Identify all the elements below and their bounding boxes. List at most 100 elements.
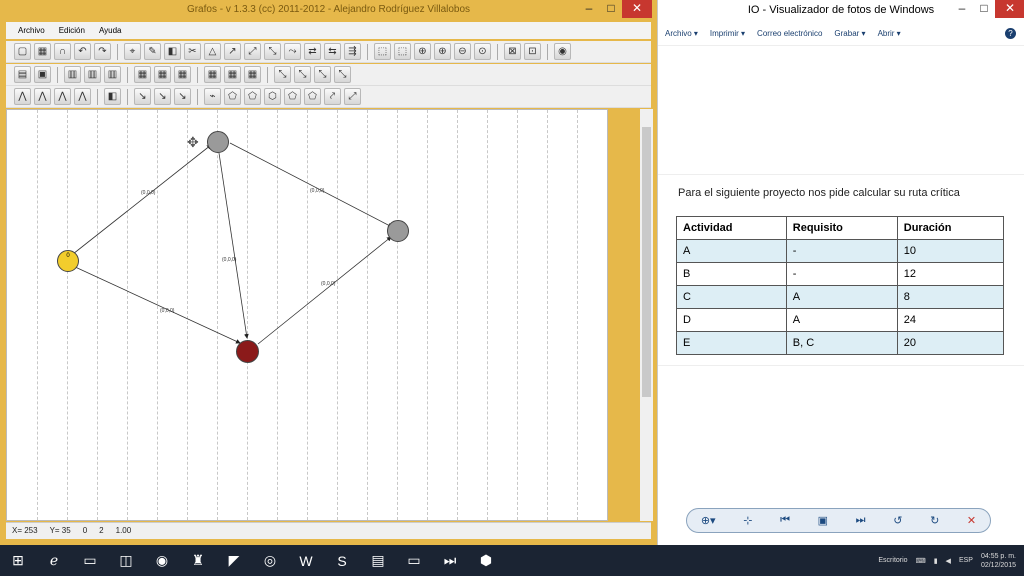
viewer-menu-grabar[interactable]: Grabar ▾	[834, 29, 865, 38]
table2-icon[interactable]: ▦	[154, 66, 171, 83]
algo10-icon[interactable]: ⬠	[224, 88, 241, 105]
camera-icon[interactable]: ◉	[554, 43, 571, 60]
undo-icon[interactable]: ↶	[74, 43, 91, 60]
edge-delete-icon[interactable]: ⤡	[264, 43, 281, 60]
zoom-icon[interactable]: ⊕▾	[701, 514, 716, 527]
help-icon[interactable]: ?	[1005, 28, 1016, 39]
chrome-icon[interactable]: ◉	[144, 545, 180, 576]
menu-ayuda[interactable]: Ayuda	[99, 26, 122, 35]
algo4-icon[interactable]: ⋀	[74, 88, 91, 105]
open-icon[interactable]: ▤	[14, 66, 31, 83]
layout2-icon[interactable]: ⊡	[524, 43, 541, 60]
graph-node-3[interactable]	[236, 340, 259, 363]
rotate-right-icon[interactable]: ↻	[930, 514, 939, 527]
grid3-icon[interactable]: ▦	[224, 66, 241, 83]
edge-3-2[interactable]	[257, 236, 392, 345]
algo8-icon[interactable]: ↘	[174, 88, 191, 105]
edge-1-2[interactable]	[229, 142, 393, 228]
photos-icon[interactable]: ▤	[360, 545, 396, 576]
viewer-maximize-button[interactable]: □	[973, 0, 995, 18]
viewer-menu-imprimir[interactable]: Imprimir ▾	[710, 29, 745, 38]
graph-node-0[interactable]: 0	[57, 250, 79, 272]
path-icon[interactable]: ⇶	[344, 43, 361, 60]
algo9-icon[interactable]: ⌁	[204, 88, 221, 105]
app2-icon[interactable]: ◤	[216, 545, 252, 576]
vertical-scrollbar[interactable]	[640, 109, 653, 521]
algo5-icon[interactable]: ◧	[104, 88, 121, 105]
skype-icon[interactable]: S	[324, 545, 360, 576]
ie-icon[interactable]: ℯ	[36, 545, 72, 576]
triangle-icon[interactable]: △	[204, 43, 221, 60]
grid2-icon[interactable]: ▦	[204, 66, 221, 83]
close-button[interactable]: ✕	[622, 0, 652, 18]
select-icon[interactable]: ⬚	[374, 43, 391, 60]
graph-node-2[interactable]	[387, 220, 409, 242]
edge-1-3[interactable]	[218, 152, 249, 339]
network-icon[interactable]: ▮	[934, 557, 938, 565]
edge-edit-icon[interactable]: ⤢	[244, 43, 261, 60]
algo7-icon[interactable]: ↘	[154, 88, 171, 105]
algo11-icon[interactable]: ⬠	[244, 88, 261, 105]
viewer-minimize-button[interactable]: –	[951, 0, 973, 18]
node-color-icon[interactable]: ◧	[164, 43, 181, 60]
delete-icon[interactable]: ✕	[967, 514, 976, 527]
algo3-icon[interactable]: ⋀	[54, 88, 71, 105]
graph-app-icon[interactable]: ⬢	[468, 545, 504, 576]
algo12-icon[interactable]: ⬡	[264, 88, 281, 105]
zoom-in-icon[interactable]: ⊕	[434, 43, 451, 60]
algo2-icon[interactable]: ⋀	[34, 88, 51, 105]
matrix3-icon[interactable]: ▥	[104, 66, 121, 83]
edge-0-3[interactable]	[72, 265, 241, 344]
layout-icon[interactable]: ⊠	[504, 43, 521, 60]
word-icon[interactable]: W	[288, 545, 324, 576]
rotate-left-icon[interactable]: ↺	[893, 514, 902, 527]
new-icon[interactable]: ▢	[14, 43, 31, 60]
node-tool-icon[interactable]: ⌖	[124, 43, 141, 60]
actual-size-icon[interactable]: ⊹	[743, 514, 752, 527]
pert-icon[interactable]: ⤡	[274, 66, 291, 83]
table3-icon[interactable]: ▦	[174, 66, 191, 83]
viewer-menu-correo[interactable]: Correo electrónico	[757, 29, 822, 38]
algo6-icon[interactable]: ↘	[134, 88, 151, 105]
clock[interactable]: 04:55 p. m. 02/12/2015	[981, 552, 1016, 570]
edge-label-icon[interactable]: ⇄	[304, 43, 321, 60]
folder-icon[interactable]: ▭	[396, 545, 432, 576]
menu-edicion[interactable]: Edición	[59, 26, 85, 35]
pert2-icon[interactable]: ⤡	[294, 66, 311, 83]
grid-icon[interactable]: ▦	[34, 43, 51, 60]
node-delete-icon[interactable]: ✂	[184, 43, 201, 60]
matrix-icon[interactable]: ▥	[64, 66, 81, 83]
algo14-icon[interactable]: ⬠	[304, 88, 321, 105]
viewer-menu-abrir[interactable]: Abrir ▾	[878, 29, 901, 38]
zoom-out-icon[interactable]: ⊖	[454, 43, 471, 60]
viewer-close-button[interactable]: ✕	[995, 0, 1024, 18]
algo15-icon[interactable]: ⤤	[324, 88, 341, 105]
language-indicator[interactable]: ESP	[959, 557, 973, 564]
matrix2-icon[interactable]: ▥	[84, 66, 101, 83]
grid4-icon[interactable]: ▦	[244, 66, 261, 83]
node-edit-icon[interactable]: ✎	[144, 43, 161, 60]
start-icon[interactable]: ⊞	[0, 545, 36, 576]
store-icon[interactable]: ◫	[108, 545, 144, 576]
pert4-icon[interactable]: ⤡	[334, 66, 351, 83]
zoom-reset-icon[interactable]: ⊙	[474, 43, 491, 60]
viewer-menu-archivo[interactable]: Archivo ▾	[665, 29, 698, 38]
app3-icon[interactable]: ◎	[252, 545, 288, 576]
algo16-icon[interactable]: ⤢	[344, 88, 361, 105]
desktop-label[interactable]: Escritorio	[878, 557, 907, 564]
graph-node-1[interactable]	[207, 131, 229, 153]
previous-icon[interactable]: ⏮	[780, 514, 790, 527]
graph-canvas[interactable]: (0,0,0) (0,0,0) (0,0,0) (0,0,0) (0,0,0) …	[6, 109, 608, 521]
table-icon[interactable]: ▦	[134, 66, 151, 83]
select-all-icon[interactable]: ⬚	[394, 43, 411, 60]
edge-weight-icon[interactable]: ⇆	[324, 43, 341, 60]
zoom-fit-icon[interactable]: ⊕	[414, 43, 431, 60]
algo1-icon[interactable]: ⋀	[14, 88, 31, 105]
save-icon[interactable]: ▣	[34, 66, 51, 83]
algo13-icon[interactable]: ⬠	[284, 88, 301, 105]
slideshow-icon[interactable]: ▣	[818, 514, 828, 527]
menu-archivo[interactable]: Archivo	[18, 26, 45, 35]
app-icon[interactable]: ♜	[180, 545, 216, 576]
maximize-button[interactable]: □	[600, 0, 622, 18]
next-icon[interactable]: ⏭	[856, 514, 866, 527]
